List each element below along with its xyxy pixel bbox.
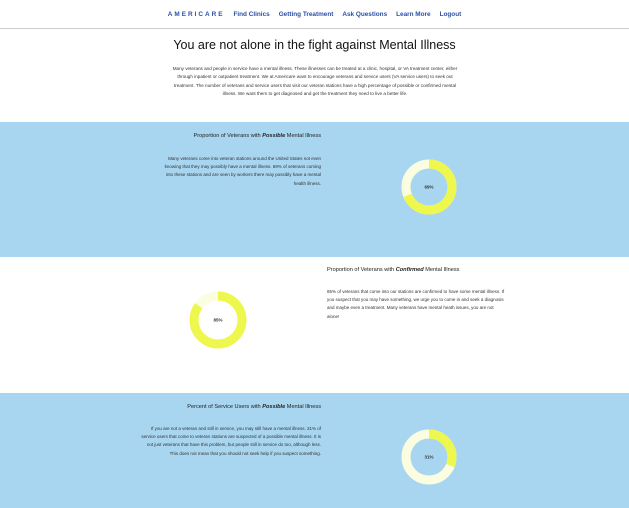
- section-possible-service-users: Percent of Service Users with Possible M…: [0, 393, 629, 508]
- nav-link-ask-questions[interactable]: Ask Questions: [342, 11, 387, 18]
- donut-chart: 85%: [189, 291, 247, 349]
- intro-paragraph: Many veterans and people in service have…: [172, 66, 458, 96]
- top-nav: AMERICARE Find Clinics Getting Treatment…: [0, 0, 629, 29]
- donut-percent-label: 69%: [424, 185, 433, 190]
- section-heading: Percent of Service Users with Possible M…: [187, 404, 321, 410]
- section-confirmed-veterans: Proportion of Veterans with Confirmed Me…: [0, 257, 629, 393]
- brand-logo-link[interactable]: AMERICARE: [168, 11, 225, 18]
- nav-link-learn-more[interactable]: Learn More: [396, 11, 430, 18]
- section-text: If you are not a veteran and still in se…: [141, 426, 321, 456]
- donut-percent-label: 31%: [424, 455, 433, 460]
- donut-chart: 31%: [401, 429, 457, 485]
- donut-chart: 69%: [401, 159, 457, 215]
- nav-link-logout[interactable]: Logout: [440, 11, 462, 18]
- section-possible-veterans: Proportion of Veterans with Possible Men…: [0, 122, 629, 257]
- nav-link-find-clinics[interactable]: Find Clinics: [233, 11, 269, 18]
- section-text: Many veterans come into veteran stations…: [164, 156, 321, 186]
- nav-link-getting-treatment[interactable]: Getting Treatment: [279, 11, 334, 18]
- section-heading: Proportion of Veterans with Confirmed Me…: [327, 267, 460, 273]
- section-text: 85% of veterans that come into our stati…: [327, 289, 505, 319]
- section-heading: Proportion of Veterans with Possible Men…: [193, 133, 322, 139]
- page-title: You are not alone in the fight against M…: [173, 38, 456, 52]
- donut-percent-label: 85%: [213, 318, 222, 323]
